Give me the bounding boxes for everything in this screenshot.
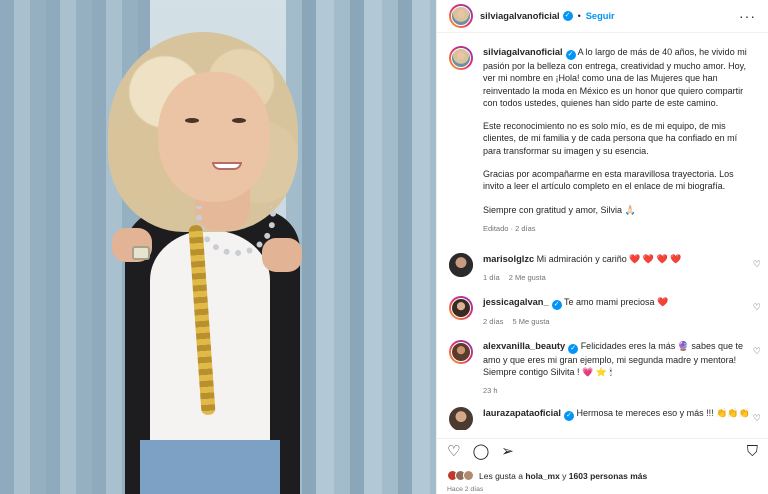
heart-icon[interactable]: ♡ xyxy=(753,302,761,313)
verified-icon: ✓ xyxy=(551,299,562,310)
comment-item: alexvanilla_beauty ✓ Felicidades eres la … xyxy=(437,340,768,397)
comment-time: 2 días xyxy=(483,316,504,326)
likes-summary: Les gusta a hola_mx y 1603 personas más xyxy=(447,470,647,481)
bookmark-icon[interactable]: ⛉ xyxy=(747,444,758,459)
post-caption: silviagalvanoficial ✓ A lo largo de más d… xyxy=(437,34,768,235)
liker-avatar xyxy=(463,470,474,481)
face xyxy=(158,72,270,202)
caption-username[interactable]: silviagalvanoficial xyxy=(483,47,563,57)
comment-emoji: ❤️ xyxy=(657,296,669,307)
ring xyxy=(132,246,150,260)
heart-icon[interactable]: ♡ xyxy=(753,413,761,424)
caption-author-avatar[interactable] xyxy=(449,46,473,70)
author-username[interactable]: silviagalvanoficial xyxy=(480,11,560,21)
commenter-avatar[interactable] xyxy=(449,340,473,365)
comment-emoji: ❤️ ❤️ ❤️ ❤️ xyxy=(629,254,682,265)
right-eye xyxy=(232,118,246,123)
comments-scroll-area[interactable]: silviagalvanoficial ✓ A lo largo de más d… xyxy=(437,34,768,430)
separator-dot: • xyxy=(577,11,581,21)
comment-text: Te amo mami preciosa xyxy=(564,296,655,307)
commenter-username[interactable]: marisolglzc xyxy=(483,254,534,264)
smile xyxy=(212,162,242,170)
more-horizontal-icon[interactable]: ··· xyxy=(739,9,756,23)
comment-time: 1 día xyxy=(483,272,500,282)
follow-button[interactable]: Seguir xyxy=(586,11,615,21)
right-hand xyxy=(262,238,302,272)
commenter-username[interactable]: alexvanilla_beauty xyxy=(483,341,565,351)
liker-username[interactable]: hola_mx xyxy=(525,471,560,481)
verified-icon: ✓ xyxy=(562,11,573,21)
comment-likes[interactable]: 2 Me gusta xyxy=(509,273,546,282)
comment-item: laurazapataoficial ✓ Hermosa te mereces e… xyxy=(437,407,768,430)
author-avatar[interactable] xyxy=(449,4,473,28)
commenter-username[interactable]: jessicagalvan_ xyxy=(483,297,549,307)
post-timestamp: Hace 2 días xyxy=(447,486,484,493)
post-photo[interactable] xyxy=(0,0,436,494)
instagram-post-view: silviagalvanoficial ✓ • Seguir ··· silvi… xyxy=(0,0,768,494)
caption-meta: Editado · 2 días xyxy=(483,223,536,233)
verified-icon: ✓ xyxy=(564,411,575,422)
caption-paragraph-3: Gracias por acompañarme en esta maravill… xyxy=(483,169,734,192)
comment-item: marisolglzc Mi admiración y cariño ❤️ ❤️… xyxy=(437,253,768,284)
comment-likes[interactable]: 5 Me gusta xyxy=(512,317,549,326)
comment-item: jessicagalvan_ ✓ Te amo mami preciosa ❤️ … xyxy=(437,295,768,328)
post-header: silviagalvanoficial ✓ • Seguir ··· xyxy=(437,0,768,33)
heart-icon[interactable]: ♡ xyxy=(447,444,460,459)
left-eye xyxy=(185,118,199,123)
likes-count[interactable]: 1603 personas más xyxy=(569,471,647,481)
commenter-avatar[interactable] xyxy=(449,253,473,278)
caption-paragraph-2: Este reconocimiento no es solo mío, es d… xyxy=(483,121,738,156)
post-actions: ♡ ◯ ➢ ⛉ xyxy=(437,438,768,464)
commenter-avatar[interactable] xyxy=(449,295,473,320)
heart-icon[interactable]: ♡ xyxy=(753,259,761,270)
heart-icon[interactable]: ♡ xyxy=(753,346,761,357)
comment-text: Hermosa te mereces eso y más !!! xyxy=(576,408,714,419)
caption-paragraph-4: Siempre con gratitud y amor, Silvia 🙏🏻 xyxy=(483,204,636,215)
likes-middle: y xyxy=(559,470,569,481)
post-sidebar: silviagalvanoficial ✓ • Seguir ··· silvi… xyxy=(436,0,768,494)
comment-icon[interactable]: ◯ xyxy=(472,444,489,459)
jeans xyxy=(140,440,280,494)
comment-time: 23 h xyxy=(483,385,498,395)
send-icon[interactable]: ➢ xyxy=(501,444,514,459)
curtain-right xyxy=(286,0,436,494)
comment-text: Mi admiración y cariño xyxy=(536,254,627,265)
verified-icon: ✓ xyxy=(565,50,576,60)
commenter-avatar[interactable] xyxy=(449,407,473,430)
comment-emoji: 👏👏👏 xyxy=(716,408,750,419)
commenter-username[interactable]: laurazapataoficial xyxy=(483,408,561,418)
likes-prefix: Les gusta a xyxy=(479,470,526,481)
verified-icon: ✓ xyxy=(568,344,579,355)
